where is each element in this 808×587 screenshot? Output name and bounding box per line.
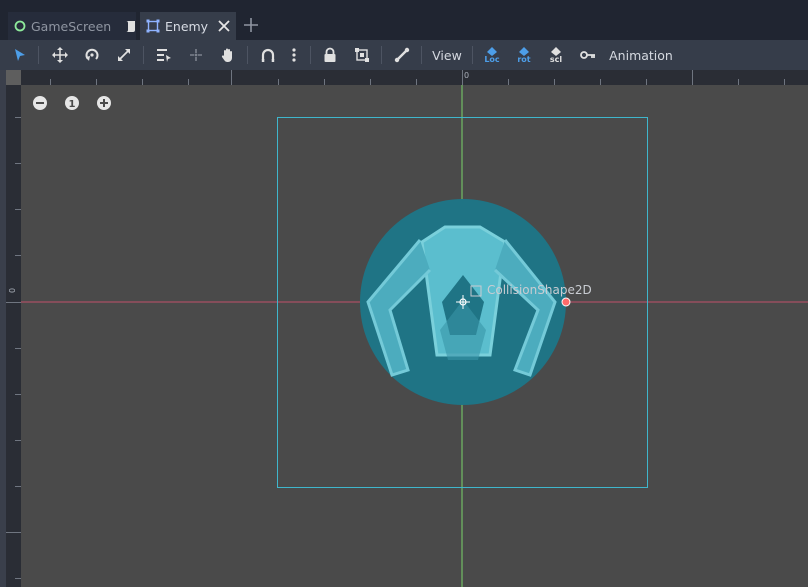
rotate-mode-button[interactable] xyxy=(82,44,102,66)
plus-icon xyxy=(244,18,258,32)
add-tab-button[interactable] xyxy=(242,14,260,36)
insert-key-button[interactable] xyxy=(578,44,598,66)
hand-icon xyxy=(221,48,232,62)
script-icon[interactable] xyxy=(123,18,137,34)
move-mode-button[interactable] xyxy=(50,44,70,66)
bone-icon xyxy=(394,47,410,63)
tab-enemy-label: Enemy xyxy=(165,18,209,34)
toolbar-separator xyxy=(143,46,144,64)
select-arrow-icon xyxy=(15,49,25,61)
horizontal-ruler[interactable] xyxy=(21,70,808,85)
zoom-reset-label: 1 xyxy=(69,99,76,110)
canvas-drawing xyxy=(21,85,808,587)
zoom-reset-icon: 1 xyxy=(65,96,79,110)
toolbar-separator xyxy=(421,46,422,64)
magnet-icon xyxy=(261,48,275,62)
canvas-viewport[interactable]: 0 0 1 CollisionShape2D xyxy=(0,70,808,587)
animation-menu[interactable]: Animation xyxy=(606,44,676,66)
toolbar-separator xyxy=(310,46,311,64)
key-rotation-button[interactable]: rot xyxy=(514,44,534,66)
rot-label: rot xyxy=(517,54,531,64)
scale-icon xyxy=(118,49,130,61)
rotate-icon xyxy=(85,48,99,61)
node-circle-icon xyxy=(14,18,26,34)
group-icon xyxy=(355,48,369,62)
loc-label: Loc xyxy=(484,54,500,64)
radius-handle[interactable] xyxy=(561,297,571,307)
toolbar-separator xyxy=(472,46,473,64)
ruler-corner xyxy=(6,70,21,85)
pan-mode-button[interactable] xyxy=(218,44,238,66)
snap-options-button[interactable] xyxy=(286,44,302,66)
scl-label: scl xyxy=(549,54,563,64)
close-icon[interactable] xyxy=(218,18,230,34)
scale-mode-button[interactable] xyxy=(114,44,134,66)
toolbar-separator xyxy=(247,46,248,64)
toolbar-separator xyxy=(381,46,382,64)
lock-button[interactable] xyxy=(320,44,340,66)
zoom-in-button[interactable] xyxy=(94,93,114,113)
key-location-button[interactable]: Loc xyxy=(482,44,502,66)
toolbar-separator xyxy=(38,46,39,64)
skeleton-button[interactable] xyxy=(392,44,412,66)
tab-gamescreen-label: GameScreen xyxy=(31,18,112,34)
ruler-zero-label-h: 0 xyxy=(464,71,470,80)
key-icon xyxy=(580,51,595,59)
pivot-button[interactable] xyxy=(186,44,206,66)
canvas-toolbar: View Loc rot scl Animation xyxy=(0,40,808,70)
tab-enemy[interactable]: Enemy xyxy=(140,12,236,40)
pivot-icon xyxy=(190,49,202,61)
scene-tab-bar: GameScreen Enemy xyxy=(0,0,808,40)
scene-node2d-icon xyxy=(146,18,160,34)
zoom-out-icon xyxy=(33,96,47,110)
vertical-ruler[interactable] xyxy=(6,85,21,587)
list-select-button[interactable] xyxy=(154,44,174,66)
ruler-zero-label-v: 0 xyxy=(8,287,17,293)
lock-icon xyxy=(324,47,336,62)
node-name-label: CollisionShape2D xyxy=(487,283,592,297)
key-scale-button[interactable]: scl xyxy=(546,44,566,66)
select-mode-button[interactable] xyxy=(11,44,29,66)
more-vertical-icon xyxy=(292,48,296,62)
zoom-reset-button[interactable]: 1 xyxy=(62,93,82,113)
tab-gamescreen[interactable]: GameScreen xyxy=(8,12,136,40)
snap-toggle-button[interactable] xyxy=(258,44,278,66)
group-button[interactable] xyxy=(352,44,372,66)
zoom-in-icon xyxy=(97,96,111,110)
list-select-icon xyxy=(157,49,171,62)
zoom-out-button[interactable] xyxy=(30,93,50,113)
move-icon xyxy=(52,47,68,63)
view-menu[interactable]: View xyxy=(430,44,464,66)
